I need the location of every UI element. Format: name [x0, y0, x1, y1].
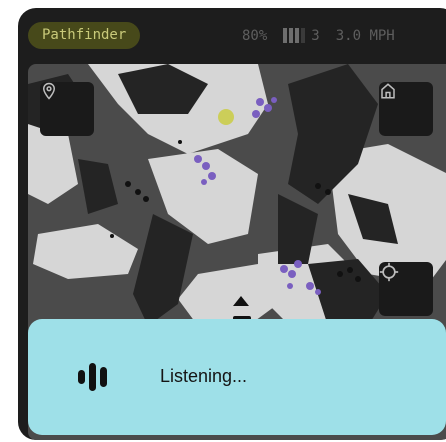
app-title-pill: Pathfinder	[28, 22, 141, 49]
recenter-button[interactable]	[379, 262, 433, 316]
voice-listening-panel[interactable]: Listening...	[28, 319, 446, 435]
signal-bar	[295, 28, 300, 43]
waveform-bar	[78, 370, 85, 384]
signal-bars-icon	[283, 28, 306, 43]
signal-bar	[301, 28, 306, 43]
location-button[interactable]	[40, 82, 94, 136]
signal-bar	[283, 28, 288, 43]
signal-count: 3	[311, 27, 320, 44]
top-status-bar: Pathfinder 80% 3 3.0 MPH	[18, 8, 446, 60]
location-pin-icon	[42, 82, 56, 100]
home-icon	[381, 83, 395, 99]
waveform-bar	[100, 367, 107, 387]
home-button[interactable]	[379, 82, 433, 136]
status-readouts: 80% 3 3.0 MPH	[242, 22, 395, 49]
listening-status-text: Listening...	[160, 366, 248, 386]
signal-bar	[289, 28, 294, 43]
speed-readout: 3.0 MPH	[335, 27, 395, 44]
battery-percentage: 80%	[242, 27, 268, 44]
voice-waveform-icon	[78, 363, 107, 391]
waveform-bar	[89, 363, 96, 391]
crosshair-icon	[379, 262, 399, 282]
